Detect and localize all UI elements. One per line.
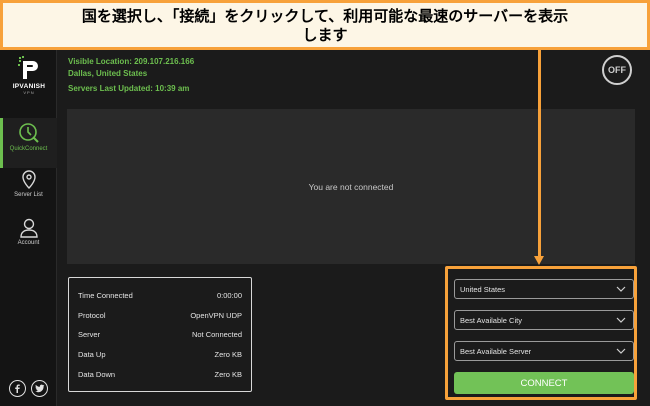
twitter-icon	[34, 384, 44, 393]
annotation-arrow-line	[538, 50, 541, 258]
stat-label: Server	[78, 330, 101, 340]
server-select-value: Best Available Server	[460, 346, 532, 356]
stat-row-protocol: Protocol OpenVPN UDP	[78, 306, 242, 326]
sidebar-item-label: Account	[17, 240, 40, 246]
sidebar-item-label: Server List	[14, 192, 43, 198]
city-select-value: Best Available City	[460, 315, 522, 325]
annotation-arrow-head	[534, 256, 544, 265]
stat-row-data-down: Data Down Zero KB	[78, 364, 242, 384]
annotation-line-2: します	[302, 26, 348, 44]
country-select[interactable]: United States	[454, 279, 634, 299]
annotation-line-1: 国を選択し、「接続」をクリックして、利用可能な最速のサーバーを表示	[81, 7, 569, 25]
stat-value: OpenVPN UDP	[190, 310, 242, 320]
stat-label: Data Down	[78, 369, 116, 379]
stat-value: Zero KB	[214, 350, 242, 360]
sidebar-item-quickconnect[interactable]: QuickConnect	[0, 118, 57, 168]
ipvanish-logo: IPVANISH VPN	[10, 56, 48, 95]
stat-label: Data Up	[78, 350, 106, 360]
stat-row-time-connected: Time Connected 0:00:00	[78, 286, 242, 306]
sidebar: IPVANISH VPN QuickConnect Server List Ac…	[0, 0, 57, 406]
sidebar-item-server-list[interactable]: Server List	[0, 168, 57, 218]
brand-name: IPVANISH	[12, 83, 46, 90]
servers-last-updated: Servers Last Updated: 10:39 am	[68, 84, 190, 93]
chevron-down-icon	[616, 317, 626, 323]
sidebar-item-account[interactable]: Account	[0, 216, 57, 266]
chevron-down-icon	[616, 348, 626, 354]
city-select[interactable]: Best Available City	[454, 310, 634, 330]
stat-row-data-up: Data Up Zero KB	[78, 345, 242, 365]
stat-row-server: Server Not Connected	[78, 325, 242, 345]
sidebar-item-label: QuickConnect	[9, 146, 48, 152]
vpn-toggle-button[interactable]: OFF	[602, 55, 632, 85]
twitter-link[interactable]	[31, 380, 48, 397]
annotation-callout: 国を選択し、「接続」をクリックして、利用可能な最速のサーバーを表示 します	[0, 0, 650, 50]
connection-controls: United States Best Available City Best A…	[445, 266, 637, 400]
quickconnect-icon	[18, 123, 39, 143]
location-pin-icon	[21, 170, 36, 189]
stat-label: Time Connected	[78, 291, 133, 301]
connection-status-panel: You are not connected	[67, 109, 635, 264]
connection-status-text: You are not connected	[308, 181, 394, 192]
location-city: Dallas, United States	[68, 69, 148, 78]
stat-value: 0:00:00	[216, 291, 242, 301]
stat-value: Not Connected	[191, 330, 242, 340]
connect-button[interactable]: CONNECT	[454, 372, 634, 394]
toggle-label: OFF	[608, 65, 626, 75]
brand-sub: VPN	[23, 90, 35, 95]
ipvanish-logo-icon	[18, 56, 38, 79]
facebook-icon	[15, 384, 20, 393]
visible-location: Visible Location: 209.107.216.166	[68, 57, 195, 66]
stat-value: Zero KB	[214, 369, 242, 379]
facebook-link[interactable]	[9, 380, 26, 397]
user-icon	[19, 218, 38, 238]
stat-label: Protocol	[78, 310, 106, 320]
chevron-down-icon	[616, 286, 626, 292]
connection-stats: Time Connected 0:00:00 Protocol OpenVPN …	[68, 277, 252, 392]
server-select[interactable]: Best Available Server	[454, 341, 634, 361]
country-select-value: United States	[460, 284, 506, 294]
